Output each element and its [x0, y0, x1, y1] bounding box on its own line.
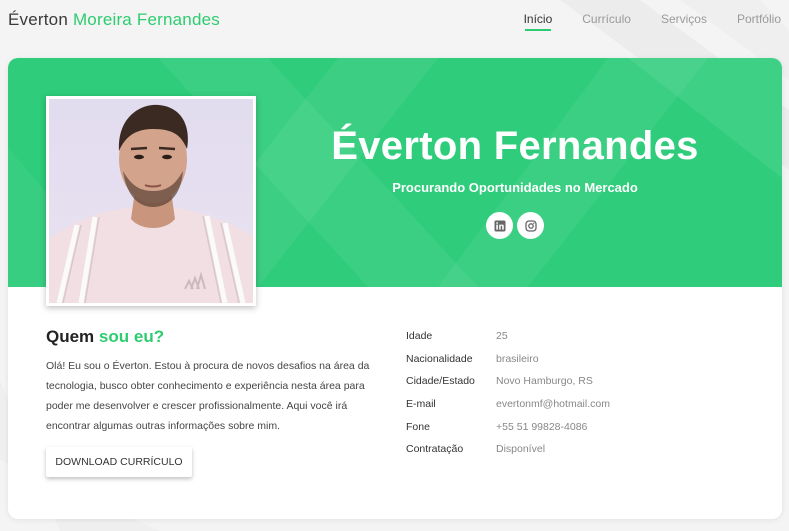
- linkedin-icon: [494, 220, 505, 231]
- info-row: Cidade/Estado Novo Hamburgo, RS: [406, 370, 610, 393]
- hero-subtitle: Procurando Oportunidades no Mercado: [392, 180, 638, 195]
- info-value-contratacao: Disponível: [496, 443, 546, 456]
- personal-info-list: Idade 25 Nacionalidade brasileiro Cidade…: [406, 325, 610, 461]
- info-value-cidade: Novo Hamburgo, RS: [496, 375, 593, 388]
- info-label-nacionalidade: Nacionalidade: [406, 352, 473, 365]
- profile-card: Éverton Fernandes Procurando Oportunidad…: [8, 58, 782, 519]
- info-label-contratacao: Contratação: [406, 443, 464, 456]
- nav-item-curriculo[interactable]: Currículo: [582, 12, 631, 26]
- info-label-idade: Idade: [406, 330, 433, 343]
- nav-item-portfolio[interactable]: Portfólio: [737, 12, 781, 26]
- nav-item-servicos[interactable]: Serviços: [661, 12, 707, 26]
- info-row: Fone +55 51 99828-4086: [406, 415, 610, 438]
- instagram-icon: [524, 219, 537, 232]
- top-navbar: Éverton Moreira Fernandes Início Currícu…: [0, 0, 789, 44]
- brand-logo[interactable]: Éverton Moreira Fernandes: [8, 10, 220, 30]
- profile-photo: [46, 96, 256, 306]
- nav-item-inicio[interactable]: Início: [524, 12, 552, 31]
- info-value-nacionalidade: brasileiro: [496, 352, 539, 365]
- info-row: E-mail evertonmf@hotmail.com: [406, 393, 610, 416]
- linkedin-button[interactable]: [486, 212, 513, 239]
- about-title: Quem sou eu?: [46, 327, 164, 347]
- brand-last-name: Moreira Fernandes: [72, 10, 220, 29]
- info-value-idade: 25: [496, 330, 508, 343]
- about-text: Olá! Eu sou o Éverton. Estou à procura d…: [46, 360, 370, 432]
- instagram-button[interactable]: [517, 212, 544, 239]
- info-row: Nacionalidade brasileiro: [406, 348, 610, 371]
- about-title-accent: sou eu?: [98, 327, 165, 346]
- info-value-email[interactable]: evertonmf@hotmail.com: [496, 398, 610, 410]
- download-cv-button[interactable]: DOWNLOAD CURRÍCULO: [46, 447, 192, 477]
- about-title-main: Quem: [46, 327, 95, 346]
- info-label-fone: Fone: [406, 420, 430, 433]
- hero-name: Éverton Fernandes: [331, 124, 699, 168]
- info-label-cidade: Cidade/Estado: [406, 375, 475, 388]
- info-label-email: E-mail: [406, 398, 436, 411]
- main-nav: Início Currículo Serviços Portfólio: [494, 12, 781, 31]
- info-value-fone: +55 51 99828-4086: [496, 420, 588, 433]
- brand-first-name: Éverton: [8, 10, 68, 29]
- social-links: [486, 212, 544, 239]
- portrait-illustration: [49, 104, 253, 303]
- info-row: Idade 25: [406, 325, 610, 348]
- info-row: Contratação Disponível: [406, 438, 610, 461]
